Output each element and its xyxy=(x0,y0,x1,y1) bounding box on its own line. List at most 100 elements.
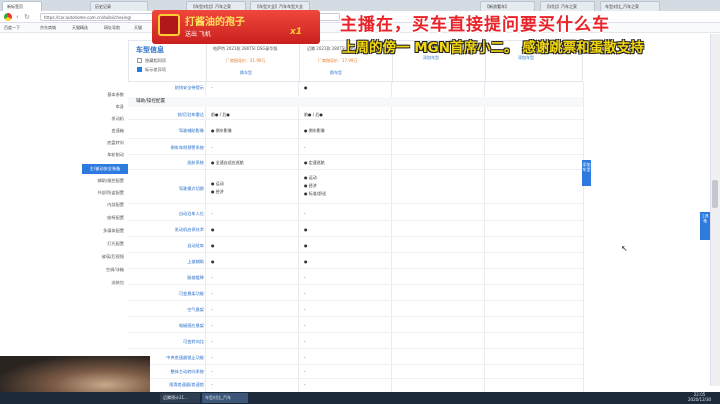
spec-value: - xyxy=(211,145,213,150)
gift-sender: 打酱油的孢子 xyxy=(185,17,245,28)
clock-date: 2020/12/30 xyxy=(688,397,712,402)
nav-item[interactable]: 底盘转向 xyxy=(82,138,128,148)
nav-item[interactable]: 灯光配置 xyxy=(82,239,128,249)
system-clock: 22:05 2020/12/30 xyxy=(688,392,711,402)
spec-label: 可变转向比 xyxy=(183,339,204,344)
spec-value: 前● / 后● xyxy=(304,112,323,117)
spec-label: 自动泊车入位 xyxy=(178,211,204,216)
nav-item[interactable]: 车轮制动 xyxy=(82,150,128,160)
nav-item[interactable]: 选装包 xyxy=(82,278,128,288)
spec-value: ● xyxy=(211,243,215,248)
back-icon[interactable]: ‹ xyxy=(16,13,19,21)
spec-value: ● xyxy=(304,243,308,248)
stream-caption-thanks: 上周的傍一 MGN首席小二。 感谢跳票和蛋散支持 xyxy=(342,40,644,56)
spec-value: 前● / 后● xyxy=(211,112,230,117)
bookmark-item[interactable]: 天猫精选 xyxy=(72,25,88,31)
side-tool-button[interactable]: 工具箱 xyxy=(700,212,710,240)
spec-value: - xyxy=(304,382,306,387)
spec-value: - xyxy=(211,211,213,216)
spec-value: - xyxy=(211,291,213,296)
spec-value: ● xyxy=(211,227,215,232)
nav-item[interactable]: 内部配置 xyxy=(82,200,128,210)
nav-item[interactable]: 空调/冰箱 xyxy=(82,265,128,275)
hide-same-checkbox[interactable] xyxy=(137,58,142,63)
spec-value: ● 运动 ● 经济 ● 标准/舒适 xyxy=(304,175,327,196)
vertical-scrollbar[interactable] xyxy=(710,34,720,386)
spec-value: ● xyxy=(211,259,215,264)
scrollbar-thumb[interactable] xyxy=(712,180,718,208)
taskbar-item[interactable]: 车型对比_汽车 xyxy=(202,393,248,403)
section-title: 车型信息 xyxy=(136,46,164,54)
spec-label: 陡坡缓降 xyxy=(187,275,204,280)
highlight-diff-label: 标示差异项 xyxy=(145,67,166,72)
spec-label: 空气悬架 xyxy=(187,307,204,312)
spec-value: - xyxy=(211,355,213,360)
spec-label: 自动驻车 xyxy=(187,243,204,248)
nav-item[interactable]: 外部/防盗配置 xyxy=(82,188,128,198)
browser-tab[interactable]: 历史记录 xyxy=(90,1,148,11)
spec-value: - xyxy=(304,307,306,312)
gift-count: x1 xyxy=(290,27,303,37)
nav-item-active[interactable]: 主/被动安全装备 xyxy=(82,164,128,174)
nav-item[interactable]: 变速箱 xyxy=(82,126,128,136)
spec-value: - xyxy=(304,145,306,150)
bookmark-item[interactable]: 京东商城 xyxy=(40,25,56,31)
change-car-link[interactable]: 换车型 xyxy=(240,70,252,76)
highlight-diff-checkbox[interactable] xyxy=(137,67,142,72)
spec-label: 倒车车侧预警系统 xyxy=(170,145,204,150)
spec-value: - xyxy=(304,339,306,344)
spec-label: 前/后驻车雷达 xyxy=(177,112,204,117)
car-name[interactable]: 帕萨特 2021款 280TSI DSG豪华版 xyxy=(213,46,278,52)
section-header: 辅助/操控配置 xyxy=(128,97,583,107)
spec-value: - xyxy=(304,323,306,328)
spec-value: - xyxy=(211,382,213,387)
spec-label: 前排安全带提示 xyxy=(174,85,204,90)
car-price: 厂商指导价：21.99万 xyxy=(226,58,266,63)
spec-value: ● xyxy=(304,85,308,90)
spec-value: - xyxy=(304,275,306,280)
nav-item[interactable]: 发动机 xyxy=(82,114,128,124)
car-price: 厂商指导价：17.99万 xyxy=(318,58,358,63)
hide-same-label: 隐藏相同项 xyxy=(145,58,166,63)
nav-item[interactable]: 车身 xyxy=(82,102,128,112)
nav-item[interactable]: 玻璃/后视镜 xyxy=(82,252,128,262)
spec-value: - xyxy=(304,291,306,296)
nav-item[interactable]: 多媒体配置 xyxy=(82,226,128,236)
spec-label: 电磁感应悬架 xyxy=(178,323,204,328)
nav-item[interactable]: 辅助/操控配置 xyxy=(82,176,128,186)
spec-value: ● 倒车影像 xyxy=(211,128,232,133)
bookmark-item[interactable]: 网址导航 xyxy=(104,25,120,31)
taskbar xyxy=(0,392,720,404)
spec-value: - xyxy=(211,323,213,328)
spec-value: - xyxy=(304,369,306,374)
column-divider xyxy=(583,82,584,392)
spec-value: - xyxy=(211,85,213,90)
gift-box-icon xyxy=(158,14,180,36)
nav-item[interactable]: 基本参数 xyxy=(82,90,128,100)
spec-value: ● xyxy=(304,227,308,232)
spec-value: ● 全速自适应巡航 xyxy=(211,160,244,165)
change-car-link[interactable]: 换车型 xyxy=(330,70,342,76)
browser-tab[interactable]: 新标签页 xyxy=(2,1,42,11)
bookmark-item[interactable]: 百度一下 xyxy=(4,25,20,31)
spec-label: 可变悬架功能 xyxy=(178,291,204,296)
nav-item[interactable]: 座椅配置 xyxy=(82,213,128,223)
spec-value: - xyxy=(211,369,213,374)
spec-label: 驾驶辅助影像 xyxy=(178,128,204,133)
spec-value: ● 倒车影像 xyxy=(304,128,325,133)
spec-value: - xyxy=(211,339,213,344)
spec-label: 巡航系统 xyxy=(187,160,204,165)
browser-logo-icon xyxy=(4,13,12,21)
spec-value: ● 运动 ● 经济 xyxy=(211,181,224,194)
bookmark-item[interactable]: 天猫 xyxy=(134,25,142,31)
gift-description: 送出 飞机 xyxy=(185,31,211,38)
spec-value: - xyxy=(211,275,213,280)
spec-value: - xyxy=(211,307,213,312)
spec-value: ● xyxy=(304,259,308,264)
float-add-car-button[interactable]: 添加车型 xyxy=(582,160,591,186)
spec-value: ● 定速巡航 xyxy=(304,160,325,165)
spec-label: 上坡辅助 xyxy=(187,259,204,264)
stream-caption-main: 主播在，买车直接提问要买什么车 xyxy=(340,15,610,35)
taskbar-item[interactable]: 迈腾预计21... xyxy=(160,393,200,403)
refresh-icon[interactable]: ↻ xyxy=(24,13,30,21)
